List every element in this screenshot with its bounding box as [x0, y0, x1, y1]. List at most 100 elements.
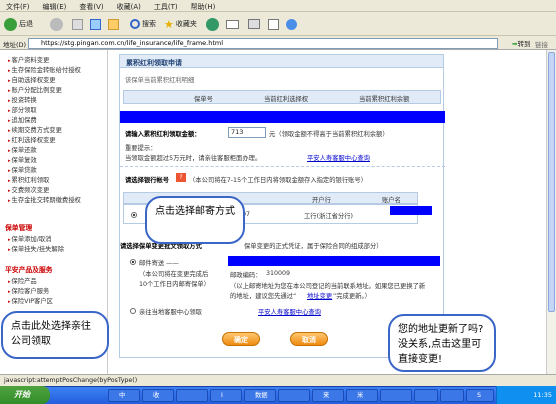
bank-radio[interactable] [131, 212, 137, 218]
edit-button[interactable] [268, 17, 279, 31]
back-button[interactable]: 后退 [4, 17, 33, 31]
menu-help[interactable]: 帮助(H) [191, 2, 216, 12]
sidebar-item[interactable]: 投资转换 [8, 95, 37, 104]
address-note-1: （以上邮寄地址为您在本公司登记的当前联系地址。如果您已更换了新 [230, 283, 426, 290]
account-name-redacted [390, 206, 432, 215]
menu-tools[interactable]: 工具(T) [154, 2, 178, 12]
taskbar-item[interactable] [380, 389, 412, 402]
start-button[interactable]: 开始 [0, 386, 50, 404]
address-input[interactable]: https://stg.pingan.com.cn/life_insurance… [28, 38, 498, 49]
go-button[interactable]: ➡转到 [512, 38, 530, 48]
printer-icon [248, 19, 260, 29]
home-icon [108, 18, 119, 30]
sidebar-item[interactable]: 交费频次变更 [8, 185, 50, 194]
sidebar-item[interactable]: 保单贷款 [8, 165, 37, 174]
col-dividend-balance: 当前累积红利余额 [359, 96, 410, 103]
pickup-service-link[interactable]: 平安人寿客服中心查询 [258, 307, 321, 316]
search-icon [130, 19, 140, 29]
taskbar-item[interactable]: 来 [312, 389, 344, 402]
sidebar-item[interactable]: 续期交费方式变更 [8, 125, 62, 134]
scroll-thumb[interactable] [548, 52, 555, 312]
menu-file[interactable]: 文件(F) [6, 2, 30, 12]
taskbar-item[interactable]: I [210, 389, 242, 402]
panel-title: 累积红利领取申请 [120, 55, 443, 68]
sidebar-item[interactable]: 保单挂失/挂失解除 [8, 244, 65, 253]
callout-address: 您的地址更新了吗?没关系,点击这里可直接变更! [388, 314, 496, 372]
bank-label: 请选择银行帐号 [125, 177, 170, 184]
sidebar-item[interactable]: 保险客户服务 [8, 286, 50, 295]
mail-button[interactable] [226, 17, 239, 31]
sidebar-item[interactable]: 保险VIP客户区 [8, 296, 53, 305]
pickup-label: 亲往当地客服中心领取 [139, 309, 202, 316]
taskbar-item[interactable] [414, 389, 438, 402]
bank-note: （本公司将在7-15个工作日内将领取金额存入指定的银行账号） [189, 177, 368, 184]
mail-radio[interactable] [130, 259, 136, 265]
media-icon [206, 17, 219, 31]
taskbar-item[interactable]: 米 [346, 389, 378, 402]
zip-value: 310009 [266, 270, 291, 277]
mail-label: 邮件寄送 —— [139, 260, 179, 267]
stop-button[interactable] [72, 17, 83, 31]
sidebar-item[interactable]: 部分领取 [8, 105, 37, 114]
address-note-3: ”完成更新。） [333, 293, 371, 300]
home-button[interactable] [108, 17, 119, 31]
refresh-icon [90, 18, 101, 30]
taskbar-item[interactable] [176, 389, 208, 402]
sidebar-item[interactable]: 账户分配比例变更 [8, 85, 62, 94]
system-tray-clock: 11:35 [496, 386, 556, 404]
sidebar-heading-products: 平安产品及服务 [5, 266, 53, 274]
sidebar-item[interactable]: 自助选择权变更 [8, 75, 56, 84]
taskbar-item[interactable]: 中 [108, 389, 140, 402]
callout-pickup: 点击此处选择亲往公司领取 [1, 311, 109, 359]
print-button[interactable] [248, 17, 260, 31]
col-account-name: 账户名 [382, 197, 401, 204]
help-icon[interactable]: ? [176, 173, 186, 182]
taskbar-item[interactable] [440, 389, 464, 402]
sidebar-item[interactable]: 生存金批交转期缴费授权 [8, 195, 81, 204]
refresh-button[interactable] [90, 17, 101, 31]
vertical-scrollbar[interactable] [546, 50, 556, 374]
service-center-link[interactable]: 平安人寿客服中心查询 [307, 153, 370, 162]
col-policy-no: 保单号 [194, 96, 213, 103]
menu-view[interactable]: 查看(V) [79, 2, 103, 12]
sidebar-item[interactable]: 保险产品 [8, 276, 37, 285]
menu-favorites[interactable]: 收藏(A) [117, 2, 141, 12]
sidebar-item[interactable]: 保单还款 [8, 145, 37, 154]
zip-label: 邮政编码： [230, 272, 262, 279]
amount-note: 元（领取金额不得高于当前累积红利余额） [269, 131, 389, 138]
messenger-button[interactable] [286, 17, 297, 31]
links-label[interactable]: 链接 [535, 39, 548, 49]
sidebar-item[interactable]: 保单复效 [8, 155, 37, 164]
tips-label: 重要提示： [125, 145, 157, 152]
favorites-button[interactable]: ★ 收藏夹 [164, 17, 197, 31]
tips-text: 当领取金额超过5万元时，请亲往客服柜面办理。 [125, 155, 262, 162]
search-button[interactable]: 搜索 [130, 17, 156, 31]
sidebar-item[interactable]: 累积红利领取 [8, 175, 50, 184]
pickup-radio[interactable] [130, 308, 136, 314]
amount-input[interactable]: 713 [228, 127, 266, 138]
taskbar-item[interactable]: S [466, 389, 494, 402]
taskbar-item[interactable]: 数据 [244, 389, 276, 402]
sidebar-item[interactable]: 生存保险金转账给付授权 [8, 65, 81, 74]
address-note-2: 的地址，建议您先通过“ [230, 293, 297, 300]
mail-note-1: （本公司将在变更完成后 [139, 271, 209, 278]
taskbar-item[interactable] [278, 389, 310, 402]
taskbar-item[interactable]: 收 [142, 389, 174, 402]
forward-button[interactable] [50, 17, 63, 31]
sidebar-item[interactable]: 客户资料变更 [8, 55, 50, 64]
mail-icon [226, 19, 239, 29]
sidebar-item[interactable]: 保单添加/取消 [8, 234, 52, 243]
stop-icon [72, 18, 83, 30]
menu-edit[interactable]: 编辑(E) [43, 2, 67, 12]
sidebar-item[interactable]: 红利选择权变更 [8, 135, 56, 144]
mail-note-2: 10个工作日内邮寄保单） [139, 281, 210, 288]
mail-address-redacted [228, 256, 440, 266]
address-change-link[interactable]: 地址变更 [307, 291, 332, 300]
callout-mail: 点击选择邮寄方式 [145, 196, 245, 244]
edit-icon [268, 18, 279, 30]
cancel-button[interactable]: 取消 [290, 332, 328, 346]
media-button[interactable] [206, 17, 219, 31]
confirm-button[interactable]: 确定 [222, 332, 260, 346]
sidebar-item[interactable]: 追加保费 [8, 115, 37, 124]
amount-label: 请输入累积红利领取金额： [125, 131, 201, 138]
